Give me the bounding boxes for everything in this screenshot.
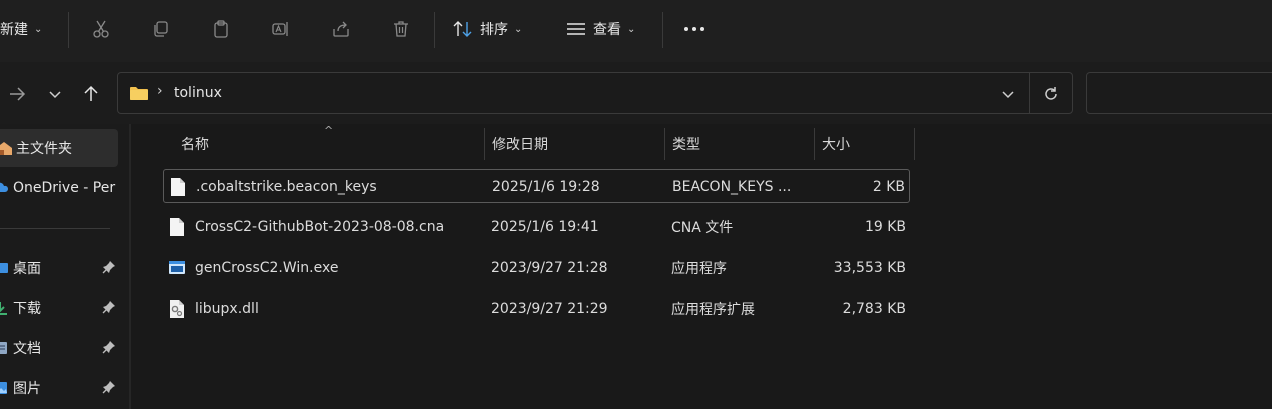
file-row[interactable]: libupx.dll 2023/9/27 21:29 应用程序扩展 2,783 … <box>163 292 910 326</box>
column-size-label: 大小 <box>822 137 850 153</box>
file-name-cell: .cobaltstrike.beacon_keys <box>170 170 377 204</box>
sidebar-item-home[interactable]: 主文件夹 <box>0 129 118 167</box>
file-type: 应用程序扩展 <box>671 302 755 318</box>
chevron-down-icon: ⌄ <box>514 23 523 35</box>
file-name-cell: libupx.dll <box>169 292 259 326</box>
address-divider <box>1029 73 1030 113</box>
column-divider[interactable] <box>914 128 915 160</box>
column-type-label: 类型 <box>672 137 700 153</box>
sidebar-item-label: 桌面 <box>13 261 41 277</box>
up-icon[interactable] <box>78 81 104 107</box>
refresh-icon[interactable] <box>1042 85 1060 103</box>
file-name: .cobaltstrike.beacon_keys <box>196 179 377 195</box>
breadcrumb-separator-icon: › <box>157 83 163 99</box>
column-header-modified[interactable]: 修改日期 <box>492 128 548 160</box>
column-header-type[interactable]: 类型 <box>672 128 700 160</box>
view-button[interactable]: 查看 ⌄ <box>565 0 635 58</box>
desktop-icon <box>0 263 8 273</box>
sidebar-item-onedrive[interactable]: OneDrive - Per <box>0 169 118 207</box>
new-button[interactable]: 新建 ⌄ <box>0 0 42 58</box>
cut-icon[interactable] <box>88 16 114 42</box>
pictures-icon <box>0 382 7 394</box>
file-type: BEACON_KEYS ... <box>672 179 792 195</box>
sidebar-item-label: OneDrive - Per <box>13 180 116 196</box>
documents-icon <box>0 342 7 354</box>
exe-icon <box>169 261 185 274</box>
file-name: libupx.dll <box>195 301 259 317</box>
sidebar-item-downloads[interactable]: 下载 <box>0 289 118 327</box>
share-icon[interactable] <box>328 16 354 42</box>
cloud-icon <box>0 182 9 192</box>
sort-icon <box>453 21 472 37</box>
recent-locations-icon[interactable] <box>42 81 68 107</box>
delete-icon[interactable] <box>388 16 414 42</box>
address-bar[interactable]: › tolinux <box>117 72 1073 114</box>
forward-icon[interactable] <box>4 81 30 107</box>
sort-label: 排序 <box>480 22 508 38</box>
breadcrumb-segment[interactable]: tolinux <box>174 85 222 101</box>
sort-button[interactable]: 排序 ⌄ <box>452 0 522 58</box>
more-icon[interactable] <box>681 16 707 42</box>
file-row[interactable]: genCrossC2.Win.exe 2023/9/27 21:28 应用程序 … <box>163 251 910 285</box>
chevron-down-icon: ⌄ <box>34 23 43 35</box>
sidebar-item-pictures[interactable]: 图片 <box>0 369 118 407</box>
paste-icon[interactable] <box>208 16 234 42</box>
sort-indicator-icon: ^ <box>324 124 334 137</box>
new-label: 新建 <box>0 22 28 38</box>
toolbar-divider <box>434 12 435 48</box>
home-icon <box>0 142 12 155</box>
sidebar-item-documents[interactable]: 文档 <box>0 329 118 367</box>
file-modified: 2025/1/6 19:41 <box>491 219 599 235</box>
sidebar-scrollbar[interactable] <box>129 124 131 409</box>
file-type: CNA 文件 <box>671 220 734 236</box>
file-icon <box>170 218 184 236</box>
chevron-down-icon: ⌄ <box>627 23 636 35</box>
file-name-cell: genCrossC2.Win.exe <box>169 251 338 285</box>
column-divider[interactable] <box>484 128 485 160</box>
pin-icon <box>102 340 116 358</box>
column-divider[interactable] <box>814 128 815 160</box>
file-size: 2 KB <box>872 179 905 195</box>
sidebar-item-label: 下载 <box>13 301 41 317</box>
address-history-icon[interactable] <box>1000 86 1016 102</box>
download-icon <box>0 302 7 315</box>
toolbar-divider <box>68 12 69 48</box>
folder-icon <box>130 87 148 100</box>
pin-icon <box>102 260 116 278</box>
file-name: genCrossC2.Win.exe <box>195 260 339 276</box>
command-bar: 新建 ⌄ 排序 ⌄ 查看 ⌄ <box>0 0 1272 63</box>
sidebar-item-desktop[interactable]: 桌面 <box>0 249 118 287</box>
column-header-size[interactable]: 大小 <box>822 128 850 160</box>
file-modified: 2023/9/27 21:29 <box>491 301 608 317</box>
file-modified: 2023/9/27 21:28 <box>491 260 608 276</box>
sidebar-divider <box>0 228 110 229</box>
toolbar-divider <box>662 12 663 48</box>
column-divider[interactable] <box>664 128 665 160</box>
copy-icon[interactable] <box>148 16 174 42</box>
sidebar-item-label: 主文件夹 <box>16 141 72 157</box>
file-name: CrossC2-GithubBot-2023-08-08.cna <box>195 219 445 235</box>
file-size: 33,553 KB <box>833 260 906 276</box>
file-type: 应用程序 <box>671 261 727 277</box>
file-size: 19 KB <box>864 219 906 235</box>
file-row[interactable]: CrossC2-GithubBot-2023-08-08.cna 2025/1/… <box>163 210 910 244</box>
pin-icon <box>102 380 116 398</box>
file-size: 2,783 KB <box>842 301 906 317</box>
sidebar-item-label: 文档 <box>13 341 41 357</box>
view-label: 查看 <box>593 22 621 38</box>
file-modified: 2025/1/6 19:28 <box>492 179 600 195</box>
file-icon <box>171 178 185 196</box>
pin-icon <box>102 300 116 318</box>
sidebar-item-label: 图片 <box>13 381 41 397</box>
column-header-name[interactable]: 名称 <box>181 128 209 160</box>
column-modified-label: 修改日期 <box>492 137 548 153</box>
rename-icon[interactable] <box>268 16 294 42</box>
search-box[interactable] <box>1086 72 1272 114</box>
view-icon <box>567 23 585 35</box>
dll-icon <box>170 300 184 318</box>
column-name-label: 名称 <box>181 137 209 153</box>
file-row[interactable]: .cobaltstrike.beacon_keys 2025/1/6 19:28… <box>163 169 910 203</box>
file-name-cell: CrossC2-GithubBot-2023-08-08.cna <box>169 210 444 244</box>
